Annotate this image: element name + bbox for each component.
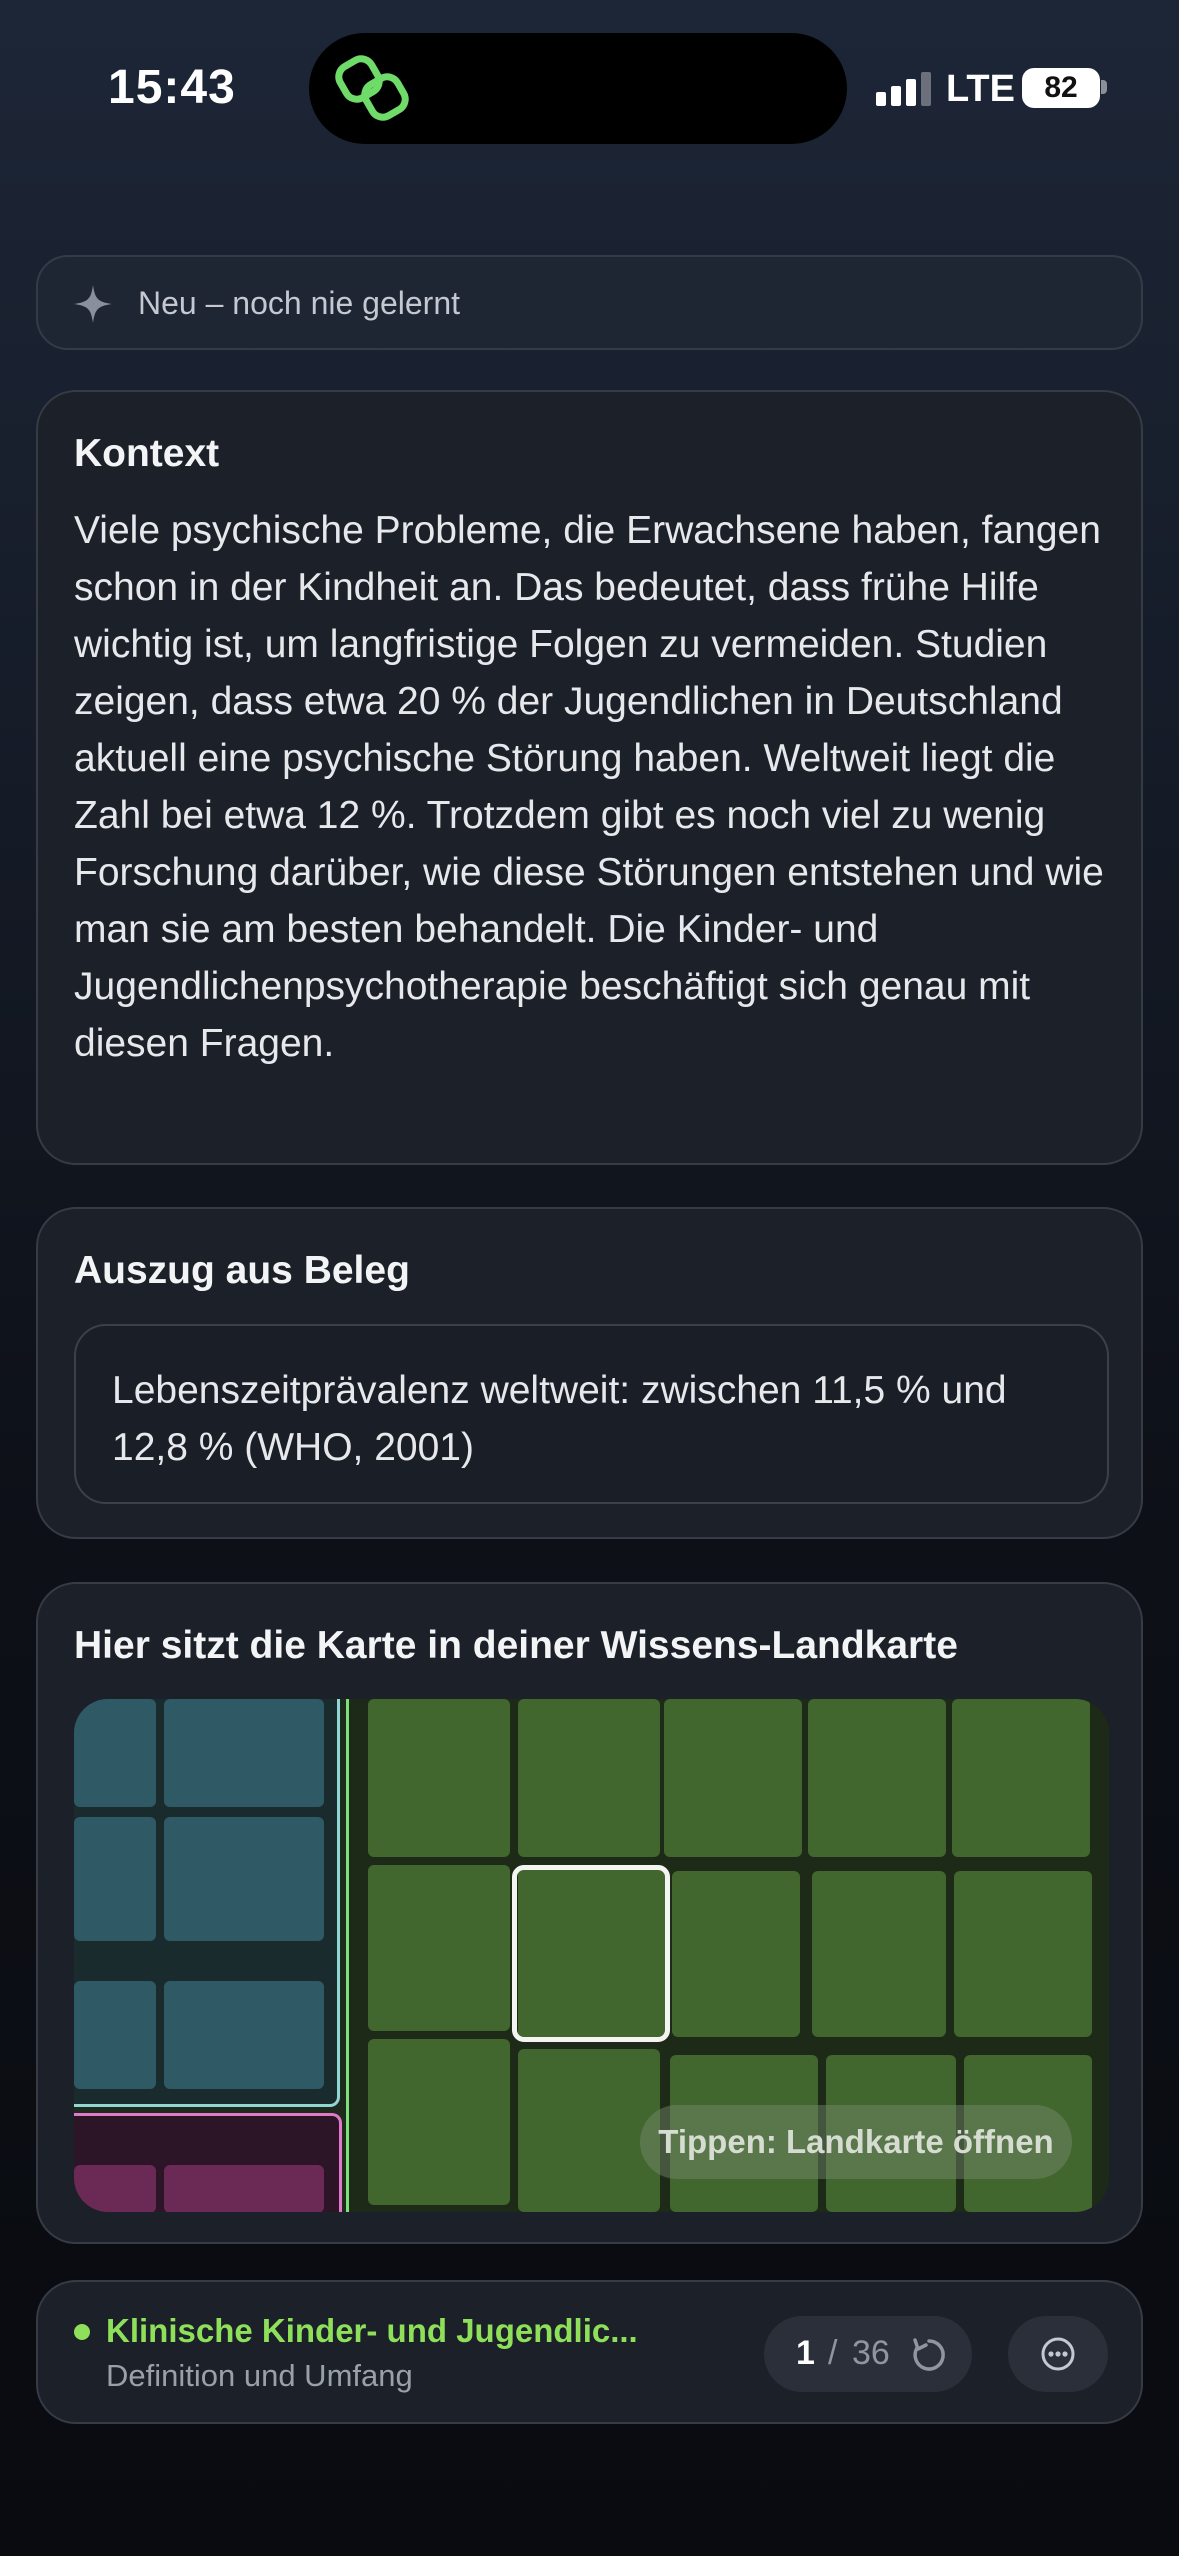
knowledge-map-title: Hier sitzt die Karte in deiner Wissens-L…	[74, 1624, 958, 1667]
more-options-button[interactable]	[1008, 2316, 1108, 2392]
knowledge-map-preview[interactable]: Tippen: Landkarte öffnen	[74, 1699, 1109, 2212]
current-card-highlight	[512, 1865, 670, 2042]
card-counter-separator: /	[828, 2334, 838, 2372]
excerpt-quote: Lebenszeitprävalenz weltweit: zwischen 1…	[112, 1369, 1007, 1469]
excerpt-title: Auszug aus Beleg	[74, 1249, 410, 1292]
network-type: LTE	[946, 68, 1015, 110]
status-time: 15:43	[108, 61, 236, 114]
excerpt-quote-box: Lebenszeitprävalenz weltweit: zwischen 1…	[74, 1324, 1109, 1504]
map-tile	[164, 1817, 324, 1941]
map-tile	[664, 1699, 802, 1857]
map-tile	[164, 1699, 324, 1807]
learn-state-label: Neu – noch nie gelernt	[138, 285, 460, 321]
context-title: Kontext	[74, 432, 220, 475]
context-body: Viele psychische Probleme, die Erwachsen…	[74, 509, 1104, 1065]
map-tile	[74, 1699, 156, 1807]
excerpt-card: Auszug aus Beleg Lebenszeitprävalenz wel…	[36, 1207, 1143, 1539]
card-counter-current: 1	[796, 2334, 815, 2372]
map-tile	[164, 2165, 324, 2212]
learn-state-pill: Neu – noch nie gelernt	[36, 255, 1143, 350]
map-tile	[812, 1871, 946, 2037]
map-tile	[368, 1699, 510, 1857]
battery-cap	[1101, 80, 1107, 94]
dynamic-island	[309, 33, 847, 144]
more-dots-icon	[1041, 2337, 1075, 2371]
deck-status-dot	[74, 2324, 90, 2340]
deck-bar: Klinische Kinder- und Jugendlic... Defin…	[36, 2280, 1143, 2424]
map-tile	[74, 2165, 156, 2212]
map-tile	[74, 1817, 156, 1941]
map-tile	[368, 1865, 510, 2031]
map-tile	[368, 2039, 510, 2205]
knowledge-map-card: Hier sitzt die Karte in deiner Wissens-L…	[36, 1582, 1143, 2244]
map-tile	[952, 1699, 1090, 1857]
card-counter-total: 36	[852, 2334, 890, 2372]
reload-icon[interactable]	[910, 2336, 948, 2374]
map-tile	[518, 1699, 660, 1857]
map-tile	[518, 2049, 660, 2212]
status-bar: 15:43 LTE 82	[0, 0, 1179, 150]
open-map-hint[interactable]: Tippen: Landkarte öffnen	[640, 2105, 1072, 2179]
deck-name[interactable]: Klinische Kinder- und Jugendlic...	[106, 2312, 638, 2350]
map-tile	[74, 1981, 156, 2089]
battery-icon: 82	[1022, 68, 1100, 108]
map-tile	[672, 1871, 800, 2037]
cellular-signal-icon	[876, 66, 936, 106]
card-counter[interactable]: 1 / 36	[764, 2316, 972, 2392]
deck-subtitle: Definition und Umfang	[106, 2358, 413, 2393]
map-tile	[954, 1871, 1092, 2037]
map-tile	[164, 1981, 324, 2089]
map-tile	[808, 1699, 946, 1857]
app-link-icon	[335, 55, 409, 121]
context-card: Kontext Viele psychische Probleme, die E…	[36, 390, 1143, 1165]
sparkle-icon	[74, 285, 112, 323]
